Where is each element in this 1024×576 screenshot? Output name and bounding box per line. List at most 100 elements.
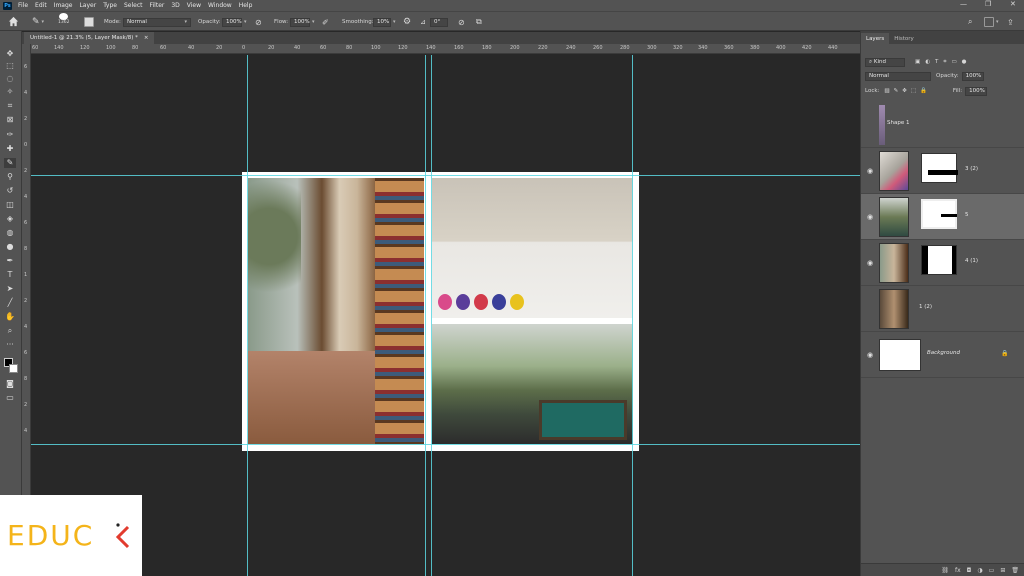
more-tools-icon[interactable]: ···: [4, 340, 16, 350]
zoom-tool-icon[interactable]: ⌕: [4, 326, 16, 336]
menu-layer[interactable]: Layer: [79, 2, 96, 9]
minimize-icon[interactable]: —: [960, 0, 967, 8]
eye-icon[interactable]: ◉: [867, 259, 873, 267]
symmetry-icon[interactable]: ⧉: [476, 16, 482, 28]
layer-mask-thumbnail[interactable]: [921, 245, 957, 275]
filter-kind-select[interactable]: ⌕ Kind: [865, 57, 905, 67]
angle-field[interactable]: 0°: [430, 16, 448, 28]
quick-mask-icon[interactable]: ◙: [4, 379, 16, 389]
pen-tool-icon[interactable]: ✒: [4, 256, 16, 266]
layer-mask-thumbnail[interactable]: [921, 199, 957, 229]
close-tab-icon[interactable]: ×: [144, 35, 149, 41]
menu-image[interactable]: Image: [54, 2, 73, 9]
fx-icon[interactable]: fx: [955, 567, 961, 574]
eye-icon[interactable]: ◉: [867, 167, 873, 175]
eye-icon[interactable]: ◉: [867, 351, 873, 359]
blend-mode-select[interactable]: Normal: [865, 71, 931, 81]
layer-name[interactable]: 4 (1): [965, 258, 978, 264]
flow-field[interactable]: 100% ▾: [290, 16, 315, 28]
link-icon[interactable]: ⛓: [941, 567, 949, 574]
stamp-tool-icon[interactable]: ⚲: [4, 172, 16, 182]
canvas-area[interactable]: [31, 55, 860, 576]
adjustment-icon[interactable]: ◑: [977, 567, 982, 574]
guide-line[interactable]: [431, 55, 432, 576]
menu-help[interactable]: Help: [239, 2, 253, 9]
path-select-tool-icon[interactable]: ➤: [4, 284, 16, 294]
quick-select-tool-icon[interactable]: ✧: [4, 87, 16, 97]
marquee-tool-icon[interactable]: ⬚: [4, 61, 16, 71]
hand-tool-icon[interactable]: ✋: [4, 312, 16, 322]
eyedropper-tool-icon[interactable]: ✑: [4, 130, 16, 140]
layer-name[interactable]: Shape 1: [887, 120, 909, 126]
gear-icon[interactable]: ⚙: [403, 16, 411, 28]
filter-icons[interactable]: ▣◐T⌗▭●: [915, 59, 971, 66]
layer-row[interactable]: 1 (2): [861, 286, 1024, 332]
smoothing-field[interactable]: 10% ▾: [373, 16, 396, 28]
line-tool-icon[interactable]: ╱: [4, 298, 16, 308]
menu-file[interactable]: File: [18, 2, 28, 9]
fill-field[interactable]: 100%: [965, 86, 988, 96]
guide-line[interactable]: [425, 55, 426, 576]
eraser-tool-icon[interactable]: ◫: [4, 200, 16, 210]
brush-tool-icon[interactable]: ✎: [4, 158, 16, 168]
new-layer-icon[interactable]: ⊞: [1000, 567, 1005, 574]
layer-row[interactable]: ◉ Background 🔒: [861, 332, 1024, 378]
frame-tool-icon[interactable]: ⊠: [4, 115, 16, 125]
layer-name[interactable]: Background: [927, 350, 960, 356]
opacity-field[interactable]: 100% ▾: [222, 16, 247, 28]
document-canvas[interactable]: [242, 172, 639, 451]
layer-name[interactable]: 3 (2): [965, 166, 978, 172]
document-tab[interactable]: Untitled-1 @ 21.3% (5, Layer Mask/8) * ×: [24, 32, 155, 44]
screen-mode-icon[interactable]: ▭: [4, 393, 16, 403]
menu-window[interactable]: Window: [208, 2, 232, 9]
maximize-icon[interactable]: ❐: [985, 0, 991, 8]
horizontal-ruler[interactable]: 60 140 120 100 80 60 40 20 0 20 40 60 80…: [30, 44, 860, 54]
home-icon[interactable]: [8, 15, 19, 27]
lasso-tool-icon[interactable]: ◌: [4, 74, 16, 84]
brush-settings-icon[interactable]: [84, 16, 94, 28]
guide-line[interactable]: [31, 175, 860, 176]
paint-bucket-tool-icon[interactable]: ◈: [4, 214, 16, 224]
dodge-tool-icon[interactable]: ●: [4, 242, 16, 252]
history-brush-tool-icon[interactable]: ↺: [4, 186, 16, 196]
guide-line[interactable]: [31, 444, 860, 445]
share-icon[interactable]: ⇪: [1007, 16, 1014, 28]
workspace-icon[interactable]: ▾: [984, 16, 999, 28]
pressure-size-icon[interactable]: ⊘: [458, 16, 465, 28]
layer-name[interactable]: 1 (2): [919, 304, 932, 310]
layer-row-selected[interactable]: ◉ 5: [861, 194, 1024, 240]
layer-name[interactable]: 5: [965, 212, 969, 218]
brush-preset-picker[interactable]: 1362: [58, 13, 69, 25]
layer-row[interactable]: Shape 1: [861, 102, 1024, 148]
trash-icon[interactable]: 🗑: [1011, 567, 1019, 574]
blur-tool-icon[interactable]: ◍: [4, 228, 16, 238]
crop-tool-icon[interactable]: ⌗: [4, 101, 16, 111]
layer-opacity-field[interactable]: 100%: [961, 71, 984, 81]
pressure-opacity-icon[interactable]: ⊘: [255, 16, 262, 28]
eye-icon[interactable]: ◉: [867, 213, 873, 221]
mask-icon[interactable]: ◘: [967, 567, 972, 574]
group-icon[interactable]: ▭: [989, 567, 995, 574]
color-swatches-icon[interactable]: [4, 358, 18, 374]
menu-edit[interactable]: Edit: [35, 2, 47, 9]
menu-view[interactable]: View: [187, 2, 201, 9]
healing-brush-tool-icon[interactable]: ✚: [4, 144, 16, 154]
guide-line[interactable]: [632, 55, 633, 576]
mode-select[interactable]: Normal ▾: [123, 16, 191, 28]
menu-3d[interactable]: 3D: [171, 2, 179, 9]
search-icon[interactable]: ⌕: [968, 16, 972, 28]
brush-tool-icon[interactable]: ✎ ▾: [32, 16, 44, 28]
move-tool-icon[interactable]: ✥: [4, 49, 16, 59]
layer-row[interactable]: ◉ 4 (1): [861, 240, 1024, 286]
lock-icons[interactable]: ▨✎✥⬚🔒: [884, 88, 930, 94]
guide-line[interactable]: [247, 55, 248, 576]
airbrush-icon[interactable]: ✐: [322, 16, 329, 28]
menu-type[interactable]: Type: [103, 2, 117, 9]
tab-layers[interactable]: Layers: [861, 33, 890, 44]
menu-select[interactable]: Select: [124, 2, 143, 9]
tab-history[interactable]: History: [889, 33, 919, 44]
layer-row[interactable]: ◉ 3 (2): [861, 148, 1024, 194]
type-tool-icon[interactable]: T: [4, 270, 16, 280]
menu-filter[interactable]: Filter: [150, 2, 165, 9]
layer-mask-thumbnail[interactable]: [921, 153, 958, 183]
